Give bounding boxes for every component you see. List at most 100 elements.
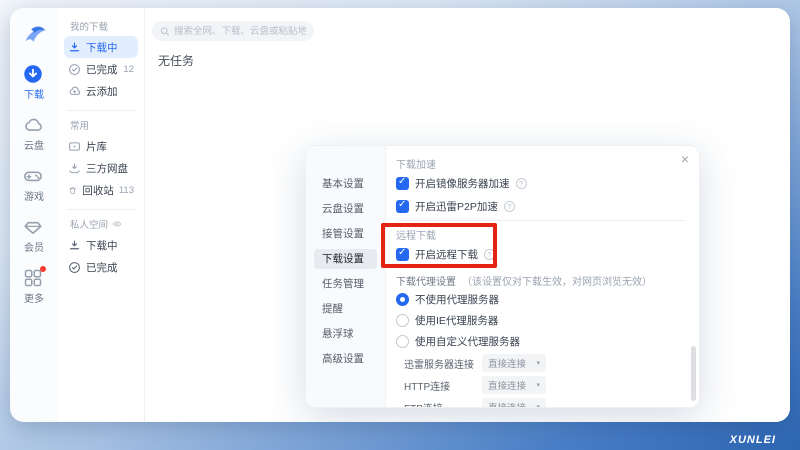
radio-label: 使用IE代理服务器 [415,313,498,328]
settings-tab-cloud[interactable]: 云盘设置 [314,199,377,224]
select-value: 直接连接 [488,356,526,370]
sidebar-item-label: 云添加 [86,84,134,99]
sidebar-item-completed[interactable]: 已完成 12 [64,58,138,80]
eye-icon[interactable] [112,219,122,229]
select-row-ftp-connection: FTP连接 直接连接 ▾ [404,398,685,407]
dialog-scrollbar[interactable] [691,346,696,401]
section-title-proxy: 下载代理设置 [396,273,456,287]
select-label: HTTP连接 [404,378,482,393]
rail-item-download[interactable]: 下载 [10,64,58,101]
cloud-icon [23,115,45,135]
settings-tab-floatball[interactable]: 悬浮球 [314,324,377,349]
settings-dialog: 基本设置 云盘设置 接管设置 下载设置 任务管理 提醒 悬浮球 高级设置 × 下… [305,145,700,408]
radio-row-no-proxy: 不使用代理服务器 [396,291,685,308]
sidebar-item-film-library[interactable]: 片库 [64,135,138,157]
chevron-down-icon: ▾ [536,403,540,407]
sidebar-section-header: 我的下载 [64,20,138,36]
section-note-proxy: （该设置仅对下载生效，对网页浏览无效） [462,273,652,287]
settings-menu: 基本设置 云盘设置 接管设置 下载设置 任务管理 提醒 悬浮球 高级设置 [306,146,386,407]
select-label: 迅雷服务器连接 [404,356,482,371]
notification-dot [40,266,46,272]
sidebar-item-private-completed[interactable]: 已完成 [64,256,138,278]
gamepad-icon [23,166,45,186]
select-row-server-connection: 迅雷服务器连接 直接连接 ▾ [404,354,685,372]
radio-unselected[interactable] [396,335,409,348]
search-input[interactable] [174,26,306,37]
section-title-proxy-row: 下载代理设置 （该设置仅对下载生效，对网页浏览无效） [396,273,685,287]
content-divider [396,220,685,221]
download-circle-icon [23,64,45,84]
help-icon[interactable]: ? [484,249,495,260]
checkbox-checked[interactable] [396,248,409,261]
trash-icon [68,184,77,197]
settings-tab-download[interactable]: 下载设置 [314,249,377,269]
section-title-remote: 远程下载 [396,227,685,241]
sidebar-item-label: 三方网盘 [86,161,134,176]
checkbox-row-mirror-accel: 开启镜像服务器加速 ? [396,174,685,192]
sidebar-item-private-downloading[interactable]: 下载中 [64,234,138,256]
checkbox-label: 开启镜像服务器加速 [415,176,510,191]
sidebar-section-header: 常用 [64,119,138,135]
completed-count: 12 [123,64,134,75]
check-circle-icon [68,63,81,76]
sidebar-item-label: 下载中 [86,40,134,55]
settings-tab-reminder[interactable]: 提醒 [314,299,377,324]
sidebar-divider [66,110,136,111]
select-value: 直接连接 [488,378,526,392]
checkbox-checked[interactable] [396,177,409,190]
sidebar-item-downloading[interactable]: 下载中 [64,36,138,58]
sidebar-item-label: 已完成 [86,260,134,275]
check-circle-icon [68,261,81,274]
settings-tab-takeover[interactable]: 接管设置 [314,224,377,249]
connection-select[interactable]: 直接连接 ▾ [482,354,546,372]
search-bar[interactable] [152,21,314,41]
chevron-down-icon: ▾ [536,359,540,367]
downloading-icon [68,239,81,252]
settings-tab-advanced[interactable]: 高级设置 [314,349,377,374]
chevron-down-icon: ▾ [536,381,540,389]
radio-unselected[interactable] [396,314,409,327]
sidebar: 我的下载 下载中 已完成 12 云添加 常用 片库 三方网 [58,8,145,422]
rail-item-vip[interactable]: 会员 [10,217,58,254]
film-icon [68,140,81,153]
cloud-add-icon [68,85,81,98]
empty-state-text: 无任务 [158,52,194,69]
checkbox-row-p2p-accel: 开启迅雷P2P加速 ? [396,197,685,215]
section-title-accel: 下载加速 [396,156,685,170]
sidebar-item-cloud-add[interactable]: 云添加 [64,80,138,102]
radio-selected[interactable] [396,293,409,306]
radio-row-custom-proxy: 使用自定义代理服务器 [396,333,685,350]
radio-row-ie-proxy: 使用IE代理服务器 [396,312,685,329]
sidebar-item-recycle-bin[interactable]: 回收站 113 [64,179,138,201]
checkbox-checked[interactable] [396,200,409,213]
connection-select[interactable]: 直接连接 ▾ [482,376,546,394]
sidebar-item-third-party-disk[interactable]: 三方网盘 [64,157,138,179]
sidebar-divider [66,209,136,210]
sidebar-item-label: 下载中 [86,238,134,253]
checkbox-label: 开启迅雷P2P加速 [415,199,498,214]
sidebar-item-label: 片库 [86,139,134,154]
sidebar-section-header: 私人空间 [64,218,138,234]
rail-item-games[interactable]: 游戏 [10,166,58,203]
rail-item-label: 更多 [10,290,58,305]
left-rail: 下载 云盘 游戏 会员 [10,8,58,422]
sidebar-item-label: 回收站 [82,183,114,198]
settings-tab-task[interactable]: 任务管理 [314,274,377,299]
gem-icon [23,217,45,237]
help-icon[interactable]: ? [516,178,527,189]
app-window: 下载 云盘 游戏 会员 [10,8,790,422]
help-icon[interactable]: ? [504,201,515,212]
settings-tab-basic[interactable]: 基本设置 [314,174,377,199]
rail-item-cloud-disk[interactable]: 云盘 [10,115,58,152]
rail-item-label: 下载 [10,86,58,101]
rail-item-label: 云盘 [10,137,58,152]
checkbox-row-remote-download: 开启远程下载 ? [396,245,685,263]
rail-item-more[interactable]: 更多 [10,268,58,305]
select-value: 直接连接 [488,400,526,407]
xunlei-logo-icon [19,18,49,48]
connection-select[interactable]: 直接连接 ▾ [482,398,546,407]
rail-item-label: 会员 [10,239,58,254]
sidebar-item-label: 已完成 [86,62,118,77]
page-background: 下载 云盘 游戏 会员 [0,0,800,450]
search-icon [160,26,170,37]
